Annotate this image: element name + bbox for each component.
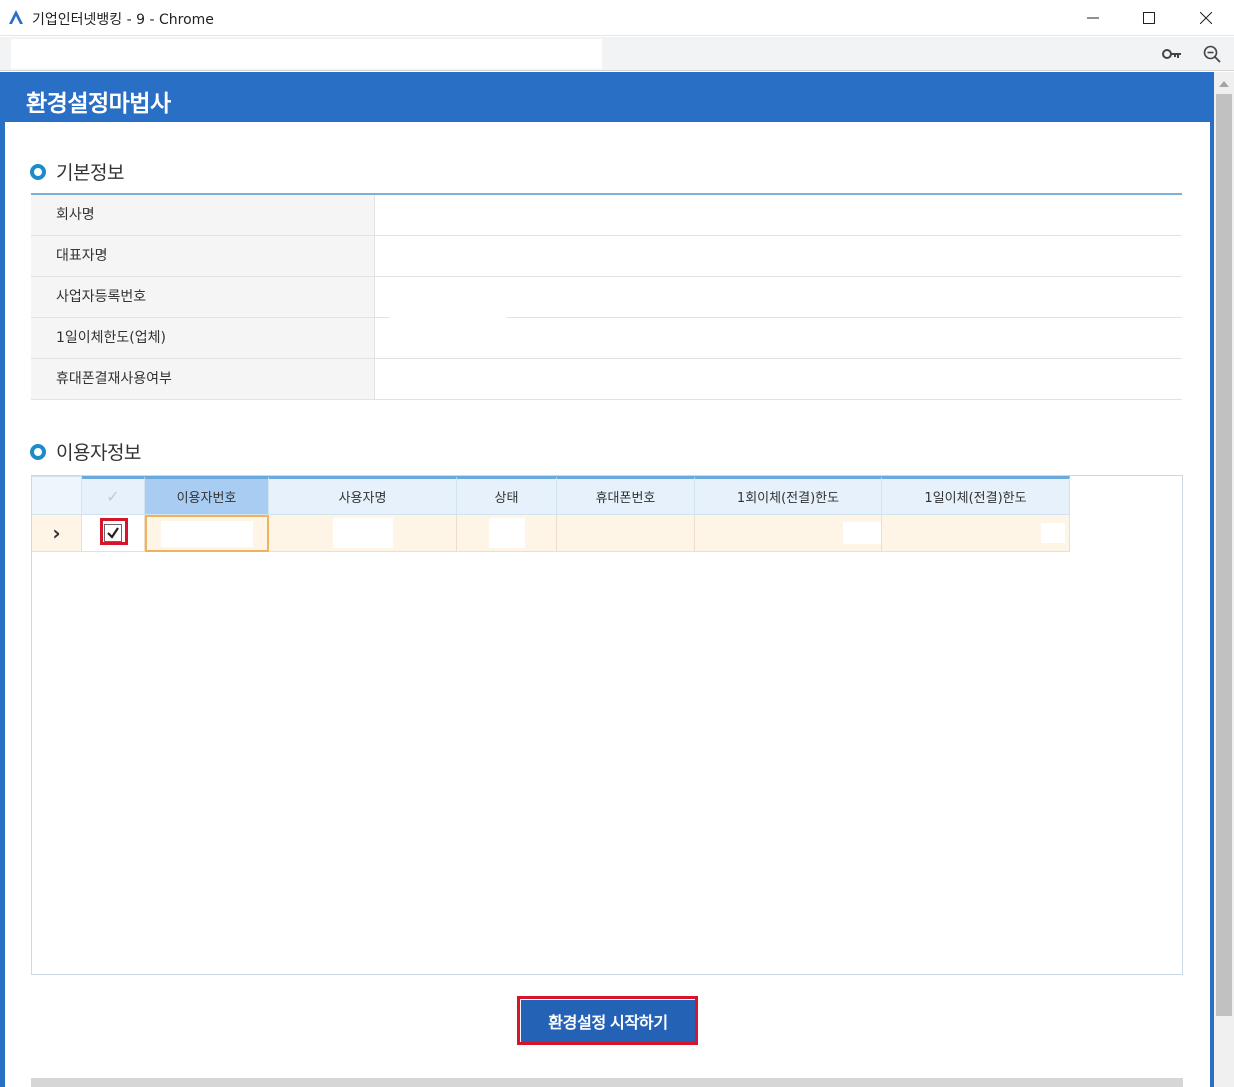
window-titlebar: 기업인터넷뱅킹 - 9 - Chrome (0, 0, 1234, 36)
grid-header-check[interactable]: ✓ (82, 476, 145, 515)
scrollbar-thumb[interactable] (1216, 94, 1232, 1016)
close-icon (1200, 12, 1212, 24)
info-value (375, 195, 1182, 235)
page-title: 환경설정마법사 (26, 91, 171, 117)
cell-value (332, 518, 393, 548)
start-setup-button[interactable]: 환경설정 시작하기 (521, 1000, 695, 1042)
info-label: 휴대폰결재사용여부 (31, 359, 375, 399)
basic-info-title: 기본정보 (56, 162, 124, 184)
row-expander-icon[interactable]: › (32, 515, 82, 552)
redacted-block (389, 312, 507, 324)
grid-header-status[interactable]: 상태 (457, 476, 557, 515)
bullet-ring-icon (30, 163, 46, 180)
grid-header-per-transfer-limit[interactable]: 1회이체(전결)한도 (695, 476, 882, 515)
grid-header: ✓ 이용자번호 사용자명 상태 휴대폰번호 1회이체(전결)한도 1일이체(전결… (32, 476, 1070, 515)
info-row-ceo: 대표자명 (31, 236, 1182, 277)
cell-value (843, 522, 881, 544)
bullet-ring-icon (30, 443, 46, 460)
info-value (375, 236, 1182, 276)
grid-header-phone[interactable]: 휴대폰번호 (557, 476, 695, 515)
info-label: 1일이체한도(업체) (31, 318, 375, 358)
cell-daily-limit[interactable] (882, 515, 1070, 552)
cell-value (488, 518, 525, 548)
minimize-icon (1087, 17, 1099, 19)
cell-user-name[interactable] (269, 515, 457, 552)
info-row-company: 회사명 (31, 195, 1182, 236)
browser-toolbar (0, 37, 1234, 71)
info-row-business-number: 사업자등록번호 (31, 277, 1182, 318)
key-icon[interactable] (1161, 43, 1183, 65)
cell-per-transfer-limit[interactable] (695, 515, 882, 552)
info-row-phone-approval: 휴대폰결재사용여부 (31, 359, 1182, 400)
zoom-out-icon[interactable] (1201, 43, 1223, 65)
user-info-header: 이용자정보 (30, 438, 141, 465)
cell-value (161, 520, 253, 547)
info-value (375, 318, 1182, 358)
close-button[interactable] (1178, 0, 1234, 36)
basic-info-header: 기본정보 (30, 158, 124, 185)
cell-user-no[interactable] (145, 515, 269, 552)
table-row[interactable]: › (32, 515, 1070, 552)
grid-header-user-no[interactable]: 이용자번호 (145, 476, 269, 515)
checkbox-highlight (100, 518, 128, 545)
grid-header-user-name[interactable]: 사용자명 (269, 476, 457, 515)
info-label: 대표자명 (31, 236, 375, 276)
maximize-icon (1143, 12, 1155, 24)
info-row-daily-limit: 1일이체한도(업체) (31, 318, 1182, 359)
grid-header-row-indicator (32, 476, 82, 515)
user-grid: ✓ 이용자번호 사용자명 상태 휴대폰번호 1회이체(전결)한도 1일이체(전결… (31, 475, 1183, 975)
info-value (375, 359, 1182, 399)
address-bar[interactable] (11, 39, 602, 69)
info-label: 회사명 (31, 195, 375, 235)
grid-header-daily-limit[interactable]: 1일이체(전결)한도 (882, 476, 1070, 515)
bottom-divider (31, 1078, 1183, 1087)
maximize-button[interactable] (1121, 0, 1177, 36)
info-label: 사업자등록번호 (31, 277, 375, 317)
info-value (375, 277, 1182, 317)
scroll-up-arrow-icon[interactable] (1214, 74, 1234, 94)
user-info-title: 이용자정보 (56, 442, 141, 464)
cell-phone[interactable] (557, 515, 695, 552)
bank-app-icon (9, 10, 23, 24)
cell-value (1041, 523, 1065, 543)
cell-status[interactable] (457, 515, 557, 552)
minimize-button[interactable] (1065, 0, 1121, 36)
window-title: 기업인터넷뱅킹 - 9 - Chrome (32, 12, 214, 28)
basic-info-table: 회사명 대표자명 사업자등록번호 1일이체한도(업체) 휴대폰결재사용여부 (31, 193, 1182, 400)
